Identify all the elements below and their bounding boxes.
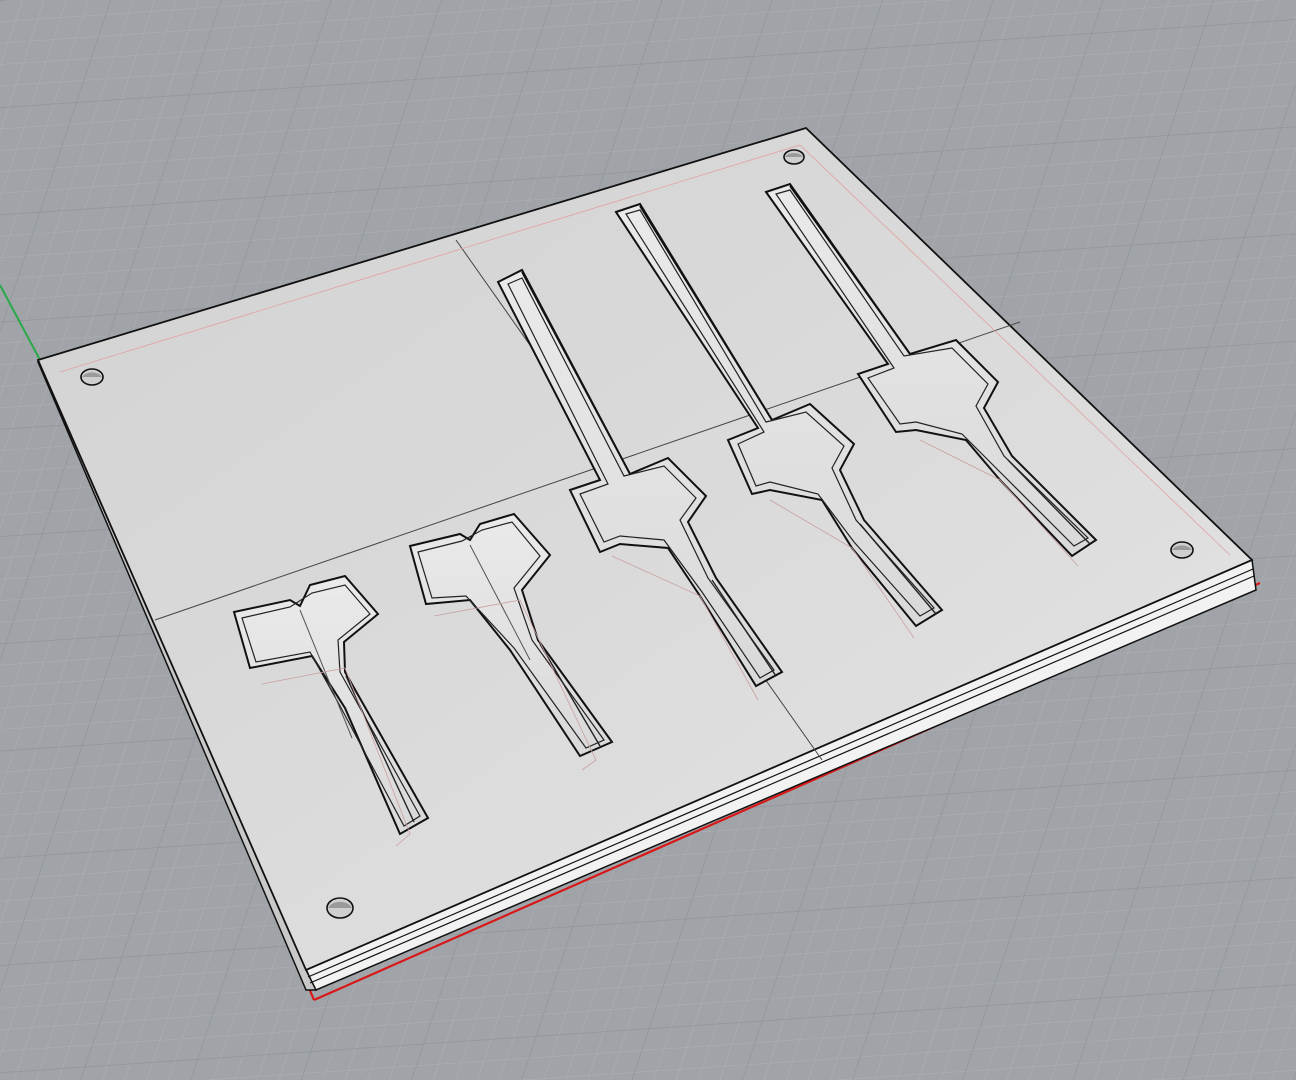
- hole: [1170, 541, 1194, 559]
- hole: [80, 368, 104, 386]
- hole: [326, 897, 354, 919]
- hole: [783, 149, 805, 165]
- 3d-viewport[interactable]: [0, 0, 1296, 1080]
